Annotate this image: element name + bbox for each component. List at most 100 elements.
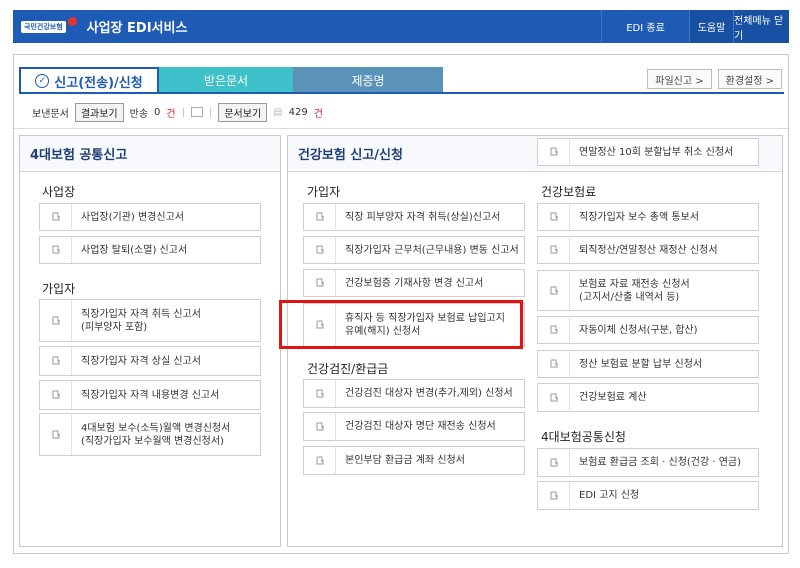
form-link-item[interactable]: 4대보험 보수(소득)월액 변경신청서 (직장가입자 보수월액 변경신청서) xyxy=(39,413,261,456)
file-report-link[interactable]: 파일신고 > xyxy=(647,69,712,89)
form-link-item[interactable]: 건강보험증 기재사항 변경 신고서 xyxy=(303,269,525,297)
document-icon xyxy=(538,204,570,230)
form-link-line: 건강검진 대상자 명단 재전송 신청서 xyxy=(345,421,496,432)
form-link-label: 사업장 탈퇴(소멸) 신고서 xyxy=(81,244,187,257)
form-link-line: 보험료 자료 재전송 신청서 xyxy=(579,278,690,290)
logo[interactable]: 국민건강보험 xyxy=(21,17,77,33)
form-link-item[interactable]: 사업장(기관) 변경신고서 xyxy=(39,203,261,231)
form-link-item[interactable]: 사업장 탈퇴(소멸) 신고서 xyxy=(39,236,261,264)
document-icon xyxy=(40,300,72,341)
doc-icon: ▤ xyxy=(273,106,283,118)
document-icon xyxy=(538,482,570,509)
help-button[interactable]: 도움말 xyxy=(689,10,733,43)
form-link-line: 직장가입자 근무처(근무내용) 변동 신고서 xyxy=(345,244,519,256)
edi-end-button[interactable]: EDI 종료 xyxy=(601,10,689,43)
document-icon xyxy=(538,449,570,476)
form-link-line: (고지서/산출 내역서 등) xyxy=(579,291,680,303)
envelope-icon xyxy=(190,107,203,117)
form-link-item[interactable]: 건강검진 대상자 변경(추가,제외) 신청서 xyxy=(303,379,525,408)
document-icon xyxy=(538,237,570,263)
section-title: 가입자 xyxy=(307,185,341,199)
form-link-line: EDI 고지 신청 xyxy=(579,490,640,501)
form-link-item[interactable]: 보험료 환급금 조회 · 신청(건강 · 연금) xyxy=(537,448,759,477)
document-icon xyxy=(538,384,570,411)
check-circle-icon: ✓ xyxy=(35,74,50,88)
form-link-item[interactable]: 보험료 자료 재전송 신청서 (고지서/산출 내역서 등) xyxy=(537,270,759,311)
document-icon xyxy=(304,447,336,474)
form-link-line: 정산 보험료 분할 납부 신청서 xyxy=(579,358,703,370)
form-link-line: 사업장 탈퇴(소멸) 신고서 xyxy=(81,244,188,256)
form-link-item[interactable]: 직장가입자 자격 내용변경 신고서 xyxy=(39,380,261,410)
form-link-line: 사업장(기관) 변경신고서 xyxy=(81,211,184,223)
form-link-item[interactable]: EDI 고지 신청 xyxy=(537,481,759,510)
form-link-line: 건강검진 대상자 변경(추가,제외) 신청서 xyxy=(345,388,513,399)
form-link-line: 직장가입자 자격 취득 신고서 xyxy=(81,308,201,320)
panel-title: 4대보험 공통신고 xyxy=(20,136,280,172)
section-title: 가입자 xyxy=(42,282,76,296)
highlight-box xyxy=(279,300,523,349)
form-link-label: 퇴직정산/연말정산 재정산 신청서 xyxy=(579,244,718,257)
form-link-item[interactable]: 자동이체 신청서(구분, 합산) xyxy=(537,316,759,344)
form-link-label: 직장가입자 근무처(근무내용) 변동 신고서 xyxy=(345,244,519,257)
form-link-label: 건강보험증 기재사항 변경 신고서 xyxy=(345,277,483,290)
tab-received[interactable]: 받은문서 xyxy=(159,67,293,93)
document-icon xyxy=(40,237,72,263)
document-icon xyxy=(538,271,570,310)
logo-mark: 국민건강보험 xyxy=(21,20,66,33)
form-link-line: 4대보험 보수(소득)월액 변경신청서 xyxy=(81,422,231,434)
form-link-line: 직장가입자 자격 내용변경 신고서 xyxy=(81,389,220,401)
divider xyxy=(14,128,788,129)
document-icon xyxy=(40,347,72,375)
document-icon xyxy=(40,204,72,230)
separator: | xyxy=(208,106,213,118)
form-link-label: 보험료 환급금 조회 · 신청(건강 · 연금) xyxy=(579,456,741,469)
form-link-label: 직장 피부양자 자격 취득(상실)신고서 xyxy=(345,211,500,224)
form-link-line: 퇴직정산/연말정산 재정산 신청서 xyxy=(579,244,718,256)
tab-send-label: 신고(전송)/신청 xyxy=(54,75,143,91)
form-link-label: 연말정산 10회 분할납부 취소 신청서 xyxy=(579,146,733,159)
section-title: 건강보험료 xyxy=(541,185,597,199)
form-link-line: 보험료 환급금 조회 · 신청(건강 · 연금) xyxy=(579,457,742,468)
sent-docs-label: 보낸문서 xyxy=(32,108,69,120)
form-link-item[interactable]: 직장 피부양자 자격 취득(상실)신고서 xyxy=(303,203,525,231)
result-view-button[interactable]: 결과보기 xyxy=(74,102,124,122)
form-link-item[interactable]: 직장가입자 보수 총액 통보서 xyxy=(537,203,759,231)
form-link-item[interactable]: 퇴직정산/연말정산 재정산 신청서 xyxy=(537,236,759,264)
form-link-item[interactable]: 직장가입자 자격 상실 신고서 xyxy=(39,346,261,376)
top-form-link[interactable]: 연말정산 10회 분할납부 취소 신청서 xyxy=(537,138,759,166)
form-link-line: 건강보험증 기재사항 변경 신고서 xyxy=(345,277,484,289)
return-label: 반송 xyxy=(129,108,149,120)
form-link-item[interactable]: 직장가입자 자격 취득 신고서 (피부양자 포함) xyxy=(39,299,261,342)
settings-link[interactable]: 환경설정 > xyxy=(717,69,782,89)
tab-bar: ✓ 신고(전송)/신청 받은문서 제증명 xyxy=(19,67,443,93)
form-link-item[interactable]: 건강보험료 계산 xyxy=(537,383,759,412)
form-link-label: 본인부담 환급금 계좌 신청서 xyxy=(345,454,465,467)
document-icon xyxy=(304,380,336,407)
form-link-label: 자동이체 신청서(구분, 합산) xyxy=(579,324,698,337)
form-link-item[interactable]: 건강검진 대상자 명단 재전송 신청서 xyxy=(303,412,525,441)
form-link-label: 직장가입자 자격 내용변경 신고서 xyxy=(81,389,219,402)
top-bar: 국민건강보험 사업장 EDI서비스 EDI 종료 도움말 전체메뉴 닫기 xyxy=(13,10,789,43)
document-icon xyxy=(40,414,72,455)
form-link-label: 사업장(기관) 변경신고서 xyxy=(81,211,184,224)
doc-view-button[interactable]: 문서보기 xyxy=(218,102,268,122)
form-link-line: 직장가입자 보수 총액 통보서 xyxy=(579,211,699,223)
form-link-label: 직장가입자 자격 취득 신고서 (피부양자 포함) xyxy=(81,308,201,334)
doc-unit: 건 xyxy=(313,108,323,120)
doc-count: 429 xyxy=(288,106,308,118)
document-icon xyxy=(40,381,72,409)
tab-certificate[interactable]: 제증명 xyxy=(293,67,443,93)
close-all-menu-button[interactable]: 전체메뉴 닫기 xyxy=(733,10,789,43)
document-icon xyxy=(538,139,570,165)
form-link-item[interactable]: 정산 보험료 분할 납부 신청서 xyxy=(537,350,759,378)
form-link-line: 연말정산 10회 분할납부 취소 신청서 xyxy=(579,146,734,158)
separator: | xyxy=(181,106,185,118)
form-link-item[interactable]: 본인부담 환급금 계좌 신청서 xyxy=(303,446,525,475)
form-link-label: 4대보험 보수(소득)월액 변경신청서 (직장가입자 보수월액 변경신청서) xyxy=(81,422,230,448)
document-icon xyxy=(538,351,570,377)
form-link-item[interactable]: 직장가입자 근무처(근무내용) 변동 신고서 xyxy=(303,236,525,264)
form-link-line: 건강보험료 계산 xyxy=(579,392,647,403)
document-icon xyxy=(538,317,570,343)
tab-send[interactable]: ✓ 신고(전송)/신청 xyxy=(19,67,159,93)
document-icon xyxy=(304,270,336,296)
